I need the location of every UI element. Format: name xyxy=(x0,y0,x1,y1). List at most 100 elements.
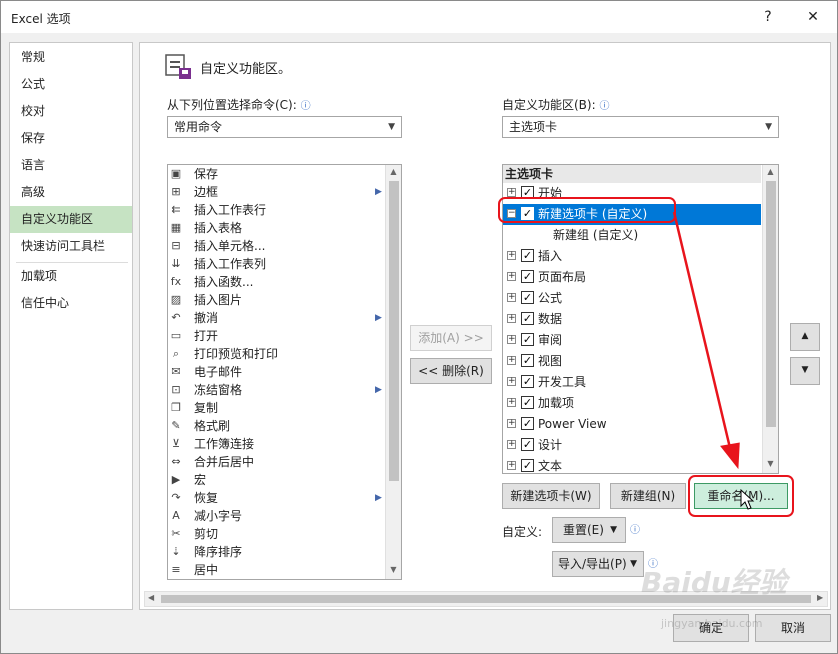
expand-icon[interactable]: + xyxy=(507,251,516,260)
expand-icon[interactable]: + xyxy=(507,377,516,386)
command-item[interactable]: ▶ 宏 xyxy=(168,471,385,489)
sidebar-item-proofing[interactable]: 校对 xyxy=(10,98,132,125)
submenu-arrow-icon: ▶ xyxy=(375,493,382,503)
choose-commands-dropdown[interactable]: 常用命令 ▼ xyxy=(167,116,402,138)
scroll-left-icon[interactable]: ◀ xyxy=(148,593,154,602)
commands-list[interactable]: ▣ 保存 ⊞ 边框 ▶ ⇇ 插入工作表行 ▦ 插入表格 ⊟ 插入单元格... ⇊ 插入工作表列 fx 插入函… xyxy=(167,164,402,580)
command-item[interactable]: ⇊ 插入工作表列 xyxy=(168,255,385,273)
command-item[interactable]: ⇣ 降序排序 xyxy=(168,543,385,561)
command-item[interactable]: ▣ 保存 xyxy=(168,165,385,183)
scroll-thumb[interactable] xyxy=(766,181,776,427)
add-button[interactable]: 添加(A) >> xyxy=(410,325,492,351)
command-item[interactable]: fx 插入函数... xyxy=(168,273,385,291)
command-item[interactable]: ≡ 居中 xyxy=(168,561,385,579)
command-item[interactable]: ⊡ 冻结窗格 ▶ xyxy=(168,381,385,399)
expand-icon[interactable]: + xyxy=(507,314,516,323)
command-item[interactable]: ⊟ 插入单元格... xyxy=(168,237,385,255)
command-item[interactable]: ▨ 插入图片 xyxy=(168,291,385,309)
help-button[interactable]: ? xyxy=(753,5,783,29)
submenu-arrow-icon: ▶ xyxy=(375,313,382,323)
tab-checkbox[interactable]: ✓ xyxy=(521,291,534,304)
sidebar-item-trust-center[interactable]: 信任中心 xyxy=(10,290,132,317)
expand-icon[interactable]: + xyxy=(507,440,516,449)
tab-checkbox[interactable]: ✓ xyxy=(521,396,534,409)
sidebar-item-add-ins[interactable]: 加载项 xyxy=(10,263,132,290)
tab-checkbox[interactable]: ✓ xyxy=(521,459,534,472)
annotation-arrow xyxy=(672,211,740,470)
command-item[interactable]: ⇇ 插入工作表行 xyxy=(168,201,385,219)
cancel-button[interactable]: 取消 xyxy=(755,614,831,642)
highlight-box-new-tab xyxy=(498,197,676,223)
section-heading: 自定义功能区。 xyxy=(200,62,292,77)
command-item[interactable]: ✉ 电子邮件 xyxy=(168,363,385,381)
command-item[interactable]: ✎ 格式刷 xyxy=(168,417,385,435)
tab-checkbox[interactable]: ✓ xyxy=(521,249,534,262)
remove-button[interactable]: << 删除(R) xyxy=(410,358,492,384)
command-item[interactable]: ⌕ 打印预览和打印 xyxy=(168,345,385,363)
sidebar-item-quick-access-toolbar[interactable]: 快速访问工具栏 xyxy=(10,233,132,260)
choose-commands-label-text: 从下列位置选择命令(C): xyxy=(167,98,297,112)
customize-label: 自定义: xyxy=(502,525,543,539)
expand-icon[interactable]: + xyxy=(507,461,516,470)
triangle-down-icon: ▼ xyxy=(801,365,809,375)
scroll-right-icon[interactable]: ▶ xyxy=(817,593,823,602)
sidebar-item-general[interactable]: 常规 xyxy=(10,44,132,71)
import-export-dropdown-button[interactable]: 导入/导出(P) ▼ xyxy=(552,551,644,577)
move-up-button[interactable]: ▲ xyxy=(790,323,820,351)
expand-icon[interactable]: + xyxy=(507,419,516,428)
expand-icon[interactable]: + xyxy=(507,272,516,281)
command-label: 插入函数... xyxy=(194,275,254,289)
sidebar-item-customize-ribbon[interactable]: 自定义功能区 xyxy=(10,206,132,233)
command-label: 保存 xyxy=(194,167,219,181)
scroll-up-icon[interactable]: ▲ xyxy=(386,167,401,176)
command-item[interactable]: ✂ 剪切 xyxy=(168,525,385,543)
new-tab-button[interactable]: 新建选项卡(W) xyxy=(502,483,600,509)
command-label: 恢复 xyxy=(194,491,219,505)
command-item[interactable]: ⊻ 工作簿连接 xyxy=(168,435,385,453)
close-button[interactable]: ✕ xyxy=(798,5,828,29)
expand-icon[interactable]: + xyxy=(507,335,516,344)
reset-dropdown-button[interactable]: 重置(E) ▼ xyxy=(552,517,626,543)
expand-icon[interactable]: + xyxy=(507,293,516,302)
tab-checkbox[interactable]: ✓ xyxy=(521,333,534,346)
expand-icon[interactable]: + xyxy=(507,356,516,365)
insert-row-icon: ⇇ xyxy=(171,203,181,216)
tab-checkbox[interactable]: ✓ xyxy=(521,354,534,367)
scroll-up-icon[interactable]: ▲ xyxy=(763,167,778,176)
command-label: 格式刷 xyxy=(194,419,231,433)
sidebar-item-formulas[interactable]: 公式 xyxy=(10,71,132,98)
command-label: 打开 xyxy=(194,329,219,343)
sidebar-item-save[interactable]: 保存 xyxy=(10,125,132,152)
tab-checkbox[interactable]: ✓ xyxy=(521,375,534,388)
expand-icon[interactable]: + xyxy=(507,188,516,197)
command-item[interactable]: ▦ 插入表格 xyxy=(168,219,385,237)
align-center-icon: ≡ xyxy=(171,563,181,576)
commands-list-scrollbar[interactable]: ▲ ▼ xyxy=(385,165,401,579)
tab-checkbox[interactable]: ✓ xyxy=(521,270,534,283)
tab-checkbox[interactable]: ✓ xyxy=(521,417,534,430)
new-group-button[interactable]: 新建组(N) xyxy=(610,483,686,509)
scroll-down-icon[interactable]: ▼ xyxy=(763,459,778,468)
tree-scrollbar[interactable]: ▲ ▼ xyxy=(762,165,778,473)
command-label: 复制 xyxy=(194,401,219,415)
command-item[interactable]: ⇔ 合并后居中 xyxy=(168,453,385,471)
expand-icon[interactable]: + xyxy=(507,398,516,407)
tab-checkbox[interactable]: ✓ xyxy=(521,312,534,325)
scroll-thumb[interactable] xyxy=(389,181,399,481)
move-down-button[interactable]: ▼ xyxy=(790,357,820,385)
customize-ribbon-dropdown[interactable]: 主选项卡 ▼ xyxy=(502,116,779,138)
command-label: 剪切 xyxy=(194,527,219,541)
cut-icon: ✂ xyxy=(171,527,181,540)
command-item[interactable]: ▭ 打开 xyxy=(168,327,385,345)
sidebar-item-language[interactable]: 语言 xyxy=(10,152,132,179)
command-item[interactable]: ↷ 恢复 ▶ xyxy=(168,489,385,507)
command-item[interactable]: ⊞ 边框 ▶ xyxy=(168,183,385,201)
info-icon: ⓘ xyxy=(599,101,610,112)
scroll-down-icon[interactable]: ▼ xyxy=(386,565,401,574)
command-item[interactable]: ↶ 撤消 ▶ xyxy=(168,309,385,327)
baidu-watermark-url: jingyan.baidu.com xyxy=(661,617,763,630)
command-item[interactable]: ❐ 复制 xyxy=(168,399,385,417)
tab-checkbox[interactable]: ✓ xyxy=(521,438,534,451)
sidebar-item-advanced[interactable]: 高级 xyxy=(10,179,132,206)
command-item[interactable]: A 减小字号 xyxy=(168,507,385,525)
